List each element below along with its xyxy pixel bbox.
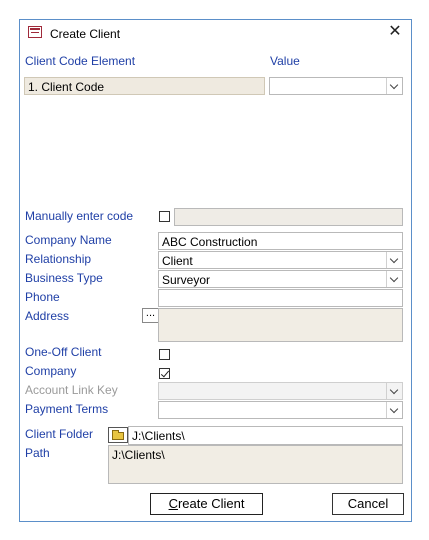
- form-icon: [28, 26, 42, 38]
- company-name-label: Company Name: [25, 233, 112, 247]
- phone-input[interactable]: [158, 289, 403, 307]
- manual-code-label: Manually enter code: [25, 209, 134, 223]
- folder-icon[interactable]: [108, 427, 128, 443]
- one-off-client-label: One-Off Client: [25, 345, 102, 359]
- business-type-label: Business Type: [25, 271, 103, 285]
- address-label: Address: [25, 309, 70, 323]
- client-code-value-select[interactable]: [269, 77, 403, 95]
- relationship-text: Client: [162, 254, 193, 268]
- relationship-select[interactable]: Client: [158, 251, 403, 269]
- address-input[interactable]: [158, 308, 403, 342]
- close-icon[interactable]: ✕: [385, 22, 405, 42]
- client-folder-input[interactable]: J:\Clients\: [128, 426, 403, 445]
- path-display: J:\Clients\: [108, 445, 403, 484]
- create-client-accelerator: C: [168, 496, 178, 511]
- window-title: Create Client: [50, 27, 121, 41]
- cancel-button[interactable]: Cancel: [332, 493, 404, 515]
- relationship-label: Relationship: [25, 252, 92, 266]
- chevron-down-icon[interactable]: [386, 402, 402, 418]
- path-label: Path: [25, 446, 50, 460]
- chevron-down-icon[interactable]: [386, 383, 402, 399]
- client-code-element-text: 1. Client Code: [28, 80, 105, 94]
- phone-label: Phone: [25, 290, 60, 304]
- business-type-select[interactable]: Surveyor: [158, 270, 403, 288]
- company-label: Company: [25, 364, 77, 378]
- chevron-down-icon[interactable]: [386, 252, 402, 268]
- company-name-text: ABC Construction: [162, 235, 258, 249]
- account-link-key-select[interactable]: [158, 382, 403, 400]
- company-checkbox[interactable]: [159, 368, 170, 379]
- manual-code-input[interactable]: [174, 208, 403, 226]
- create-client-button[interactable]: Create Client: [150, 493, 263, 515]
- value-header: Value: [270, 54, 300, 68]
- path-text: J:\Clients\: [112, 448, 165, 462]
- one-off-client-checkbox[interactable]: [159, 349, 170, 360]
- manual-code-checkbox[interactable]: [159, 211, 170, 222]
- payment-terms-label: Payment Terms: [25, 402, 109, 416]
- client-code-element-header: Client Code Element: [25, 54, 136, 68]
- company-name-input[interactable]: ABC Construction: [158, 232, 403, 250]
- account-link-key-label: Account Link Key: [25, 383, 118, 397]
- create-client-label: reate Client: [177, 496, 245, 511]
- business-type-text: Surveyor: [162, 273, 211, 287]
- title-bar: Create Client ✕: [20, 20, 411, 47]
- chevron-down-icon[interactable]: [386, 78, 402, 94]
- client-folder-label: Client Folder: [25, 427, 94, 441]
- client-folder-text: J:\Clients\: [132, 429, 185, 443]
- address-browse-button[interactable]: ...: [142, 308, 159, 323]
- client-code-element-cell[interactable]: 1. Client Code: [24, 77, 265, 95]
- payment-terms-select[interactable]: [158, 401, 403, 419]
- chevron-down-icon[interactable]: [386, 271, 402, 287]
